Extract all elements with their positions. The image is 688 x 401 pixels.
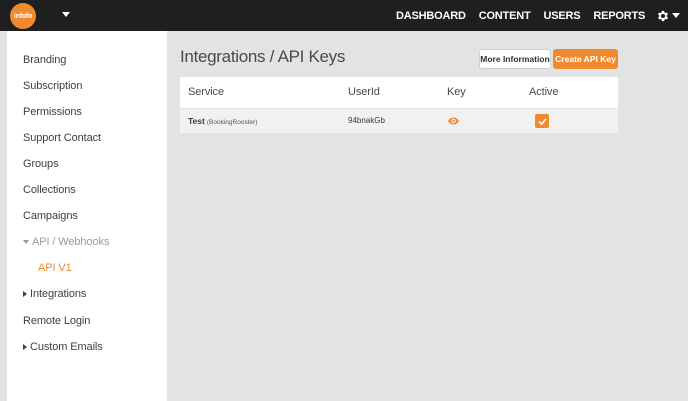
caret-right-icon [23, 344, 27, 350]
sidebar-item-label: API / Webhooks [32, 236, 110, 248]
sidebar-item-collections[interactable]: Collections [23, 184, 76, 196]
sidebar-item-label: Subscription [23, 80, 83, 92]
sidebar-item-label: Campaigns [23, 210, 78, 222]
sidebar-item-custom-emails[interactable]: Custom Emails [23, 341, 103, 353]
brand-logo[interactable]: infofo [10, 3, 36, 29]
page-title: Integrations / API Keys [180, 47, 346, 66]
table-row[interactable]: Test (BookingRooster) 94bnakGb [180, 108, 618, 133]
service-provider: (BookingRooster) [206, 119, 258, 126]
active-checkbox[interactable] [535, 114, 549, 128]
checkmark-icon [537, 117, 547, 125]
sidebar-item-subscription[interactable]: Subscription [23, 80, 82, 92]
chevron-down-icon[interactable] [62, 12, 70, 17]
sidebar-item-remote-login[interactable]: Remote Login [23, 315, 90, 327]
nav-content[interactable]: CONTENT [479, 10, 531, 22]
sidebar-item-label: Integrations [30, 288, 87, 300]
left-gutter [0, 31, 7, 401]
sidebar-item-branding[interactable]: Branding [23, 54, 66, 66]
sidebar-item-support-contact[interactable]: Support Contact [23, 132, 101, 144]
eye-icon[interactable] [448, 117, 459, 125]
create-api-key-button[interactable]: Create API Key [553, 49, 618, 69]
column-header-key: Key [447, 86, 466, 98]
more-information-button[interactable]: More Information [479, 49, 551, 69]
sidebar-item-label: Support Contact [23, 132, 101, 144]
nav-dashboard[interactable]: DASHBOARD [396, 10, 466, 22]
nav-users[interactable]: USERS [543, 10, 580, 22]
main-nav: DASHBOARD CONTENT USERS REPORTS [396, 0, 681, 31]
sidebar-item-label: Groups [23, 158, 59, 170]
top-nav-bar: infofo DASHBOARD CONTENT USERS REPORTS [0, 0, 688, 31]
nav-reports[interactable]: REPORTS [593, 10, 645, 22]
sidebar-item-api-v1[interactable]: API V1 [38, 262, 72, 274]
sidebar-item-label: Branding [23, 54, 67, 66]
userid-cell: 94bnakGb [348, 116, 385, 125]
column-header-userid: UserId [348, 86, 380, 98]
sidebar-item-label: API V1 [38, 262, 72, 274]
api-keys-table: Service UserId Key Active Test (BookingRo… [180, 77, 618, 133]
settings-sidebar: Branding Subscription Permissions Suppor… [7, 31, 167, 401]
sidebar-item-integrations[interactable]: Integrations [23, 288, 86, 300]
sidebar-item-label: Permissions [23, 106, 82, 118]
settings-menu[interactable] [656, 9, 681, 23]
caret-right-icon [23, 291, 27, 297]
sidebar-item-label: Collections [23, 184, 76, 196]
service-name: Test [188, 116, 205, 126]
sidebar-item-campaigns[interactable]: Campaigns [23, 210, 78, 222]
chevron-down-icon [672, 13, 681, 18]
gear-icon [658, 10, 669, 21]
sidebar-item-groups[interactable]: Groups [23, 158, 59, 170]
column-header-service: Service [188, 86, 224, 98]
service-cell: Test (BookingRooster) [188, 109, 257, 133]
column-header-active: Active [529, 86, 559, 98]
sidebar-item-label: Custom Emails [30, 341, 103, 353]
sidebar-item-label: Remote Login [23, 315, 91, 327]
sidebar-item-permissions[interactable]: Permissions [23, 106, 82, 118]
caret-down-icon [23, 240, 29, 244]
sidebar-item-api-webhooks[interactable]: API / Webhooks [23, 236, 109, 248]
